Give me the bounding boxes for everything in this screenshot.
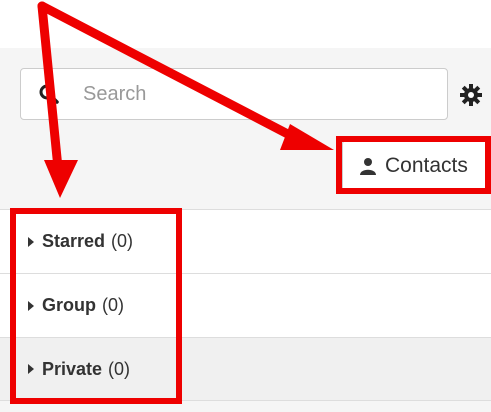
arrow-to-groups-line	[37, 1, 63, 173]
annotation-arrows	[37, 1, 334, 198]
arrow-to-contacts-line	[37, 1, 310, 148]
arrow-to-groups-head	[44, 160, 78, 198]
arrow-to-contacts-head	[280, 124, 334, 150]
